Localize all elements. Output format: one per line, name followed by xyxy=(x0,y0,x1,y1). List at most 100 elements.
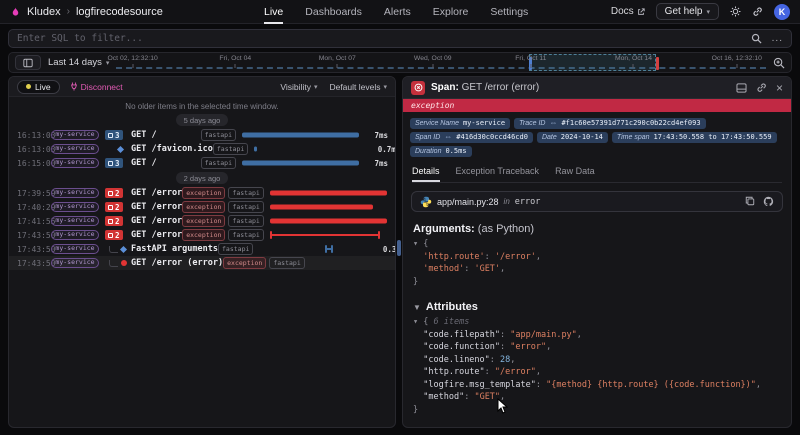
timeline-tick-mark xyxy=(736,64,737,68)
attributes-line: "logfire.msg_template": "{method} {http.… xyxy=(413,379,781,392)
meta-chip: Date2024-10-14 xyxy=(537,132,608,143)
more-options-button[interactable]: ... xyxy=(772,33,783,44)
close-icon[interactable]: × xyxy=(776,82,783,94)
span-tags: exceptionfastapi xyxy=(182,187,264,198)
trace-row[interactable]: 17:40:29my-service2GET /errorexceptionfa… xyxy=(9,200,395,214)
time-divider-pill: 5 days ago xyxy=(176,114,229,126)
tab-explore[interactable]: Explore xyxy=(433,0,469,24)
meta-chip-value: 2024-10-14 xyxy=(561,133,603,141)
default-levels-dropdown[interactable]: Default levels▾ xyxy=(329,82,387,92)
tab-raw-data[interactable]: Raw Data xyxy=(555,163,595,182)
trace-row[interactable]: 17:43:50my-service2GET /errorexceptionfa… xyxy=(9,228,395,242)
tab-dashboards[interactable]: Dashboards xyxy=(305,0,362,24)
copy-link-icon[interactable] xyxy=(756,82,767,93)
child-count-badge[interactable]: 2 xyxy=(105,202,123,212)
sidebar-toggle-button[interactable] xyxy=(15,55,41,70)
meta-chip: Time span17:43:50.558 to 17:43:50.559 xyxy=(612,132,777,143)
sql-filter-input[interactable]: Enter SQL to filter... ... xyxy=(8,29,792,48)
tab-settings[interactable]: Settings xyxy=(490,0,528,24)
trace-row[interactable]: 17:39:59my-service2GET /errorexceptionfa… xyxy=(9,186,395,200)
selection-end-handle[interactable] xyxy=(656,57,659,70)
child-count-badge[interactable]: 2 xyxy=(105,230,123,240)
duration-bar-zone xyxy=(242,128,359,142)
tab-alerts[interactable]: Alerts xyxy=(384,0,411,24)
arguments-heading: Arguments: (as Python) xyxy=(413,223,781,235)
meta-chip-label: Duration xyxy=(415,148,441,155)
meta-chip-label: Service Name xyxy=(415,120,459,127)
chain-icon: ⇔ xyxy=(444,133,452,141)
sql-filter-placeholder: Enter SQL to filter... xyxy=(17,33,143,44)
exception-banner: exception xyxy=(403,99,791,112)
child-count-badge[interactable]: 3 xyxy=(105,158,123,168)
child-count-badge[interactable]: 2 xyxy=(105,216,123,226)
trace-row[interactable]: 17:41:55my-service2GET /errorexceptionfa… xyxy=(9,214,395,228)
timeline-tick-label: Fri, Oct 04 xyxy=(219,55,251,62)
docs-link[interactable]: Docs xyxy=(611,6,645,17)
panel-resize-handle[interactable] xyxy=(397,240,401,256)
trace-badge-zone: 3 xyxy=(105,130,129,140)
zoom-in-button[interactable] xyxy=(773,57,785,69)
attributes-line: "method": "GET", xyxy=(413,391,781,404)
trace-list-panel: Live Disconnect Visibility▾ Default leve… xyxy=(8,76,396,428)
project-name[interactable]: logfirecodesource xyxy=(76,6,163,18)
share-link-button[interactable] xyxy=(752,6,763,17)
fastapi-tag: fastapi xyxy=(269,257,304,268)
attributes-heading[interactable]: ▼Attributes xyxy=(413,301,781,313)
fastapi-tag: fastapi xyxy=(228,215,263,226)
dock-panel-icon[interactable] xyxy=(736,83,747,93)
fastapi-tag: fastapi xyxy=(228,187,263,198)
duration-cap xyxy=(270,231,272,239)
tab-live[interactable]: Live xyxy=(264,0,283,24)
timeline-tick-mark xyxy=(530,64,531,68)
theme-toggle-button[interactable] xyxy=(730,6,741,17)
code-file-path[interactable]: app/main.py:28 xyxy=(437,197,499,207)
disconnect-button[interactable]: Disconnect xyxy=(70,82,123,92)
duration-line xyxy=(270,234,380,236)
meta-chip-value: 0.5ms xyxy=(445,147,466,155)
get-help-button[interactable]: Get help▾ xyxy=(656,3,719,20)
live-toggle-button[interactable]: Live xyxy=(17,80,60,94)
plug-icon xyxy=(70,82,78,91)
duration-label: 6ms xyxy=(387,231,396,240)
meta-chip-value: my-service xyxy=(463,119,505,127)
trace-row[interactable]: 16:13:03my-service3GET /fastapi7ms xyxy=(9,128,395,142)
in-word: in xyxy=(504,197,510,206)
avatar[interactable]: K xyxy=(774,4,790,20)
timeline-track[interactable]: Oct 02, 12:32:10Fri, Oct 04Mon, Oct 07We… xyxy=(116,53,766,72)
visibility-dropdown[interactable]: Visibility▾ xyxy=(280,82,317,92)
time-range-dropdown[interactable]: Last 14 days▾ xyxy=(48,57,109,68)
duration-bar-zone xyxy=(311,256,396,270)
trace-row[interactable]: 17:43:50my-serviceFastAPI argumentsfasta… xyxy=(9,242,395,256)
duration-bar-zone xyxy=(242,156,359,170)
spans-icon xyxy=(108,205,113,210)
trace-row[interactable]: 16:15:00my-service3GET /fastapi7ms xyxy=(9,156,395,170)
tab-exception-traceback[interactable]: Exception Traceback xyxy=(456,163,540,182)
trace-row[interactable]: 17:43:50my-serviceGET /error (error)exce… xyxy=(9,256,395,270)
chevron-down-icon: ▾ xyxy=(706,8,710,16)
trace-time: 17:40:29 xyxy=(9,203,51,212)
empty-window-message: No older items in the selected time wind… xyxy=(9,102,395,111)
trace-row[interactable]: 16:13:03my-serviceGET /favicon.icofastap… xyxy=(9,142,395,156)
tree-connector xyxy=(109,246,118,253)
tab-details[interactable]: Details xyxy=(412,163,440,182)
fastapi-tag: fastapi xyxy=(201,157,236,168)
span-label: GET /error xyxy=(131,216,182,226)
duration-bar-zone xyxy=(270,228,387,242)
org-name[interactable]: Kludex xyxy=(27,6,61,18)
span-label: GET /error xyxy=(131,188,182,198)
trace-badge-zone: 3 xyxy=(105,158,129,168)
duration-bar xyxy=(242,161,359,166)
fastapi-tag: fastapi xyxy=(201,129,236,140)
github-icon[interactable] xyxy=(763,196,774,207)
trace-badge-zone xyxy=(105,246,129,253)
span-tags: fastapi xyxy=(218,243,253,254)
child-count-badge[interactable]: 3 xyxy=(105,130,123,140)
child-count-badge[interactable]: 2 xyxy=(105,188,123,198)
external-link-icon xyxy=(637,8,645,16)
search-icon[interactable] xyxy=(751,33,762,44)
breadcrumb-separator: › xyxy=(67,6,70,17)
span-label: FastAPI arguments xyxy=(131,244,218,254)
copy-icon[interactable] xyxy=(745,196,755,207)
meta-chip: Span ID⇔#416d30c0ccd46cd0 xyxy=(410,132,533,143)
duration-label: 6ms xyxy=(387,203,396,212)
